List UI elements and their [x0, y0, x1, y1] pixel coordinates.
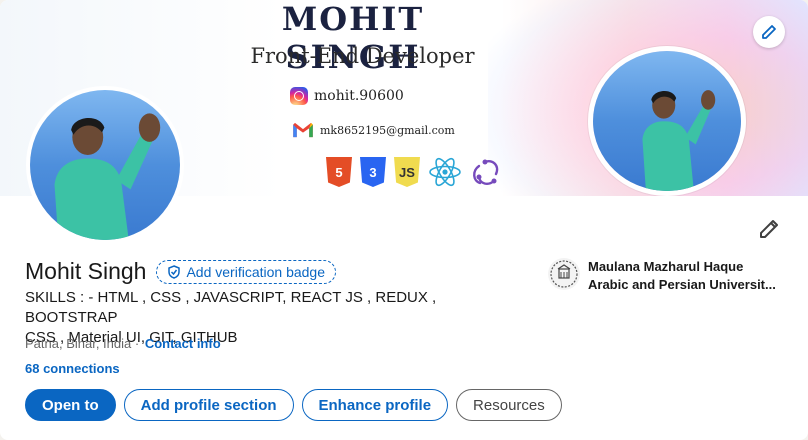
html5-icon: 5	[326, 157, 352, 187]
connections-link[interactable]: 68 connections	[25, 361, 120, 376]
gmail-icon	[293, 122, 313, 138]
location-separator: ·	[131, 336, 143, 351]
university-name-line-1: Maulana Mazharul Haque	[588, 259, 744, 274]
banner-tech-icons: 5 3 JS	[326, 157, 502, 187]
verification-badge-label: Add verification badge	[186, 263, 326, 280]
javascript-icon: JS	[394, 157, 420, 187]
profile-photo[interactable]	[26, 86, 184, 244]
pencil-icon	[760, 220, 778, 238]
profile-actions: Open to Add profile section Enhance prof…	[25, 389, 562, 421]
profile-person-image	[54, 113, 161, 240]
headline-line-1: SKILLS : - HTML , CSS , JAVASCRIPT, REAC…	[25, 289, 437, 326]
education-entry[interactable]: Maulana Mazharul Haque Arabic and Persia…	[548, 258, 784, 294]
enhance-profile-button[interactable]: Enhance profile	[301, 389, 449, 421]
add-profile-section-button[interactable]: Add profile section	[123, 389, 294, 421]
banner-role: Front-End Developer	[250, 44, 475, 68]
profile-card: MOHIT SINGH Front-End Developer mohit.90…	[0, 0, 808, 440]
add-verification-badge-button[interactable]: Add verification badge	[156, 259, 337, 284]
profile-name: Mohit Singh	[25, 258, 147, 284]
banner-instagram-handle: mohit.90600	[314, 88, 404, 104]
profile-name-row: Mohit Singh Add verification badge	[25, 258, 337, 285]
banner-email: mk8652195@gmail.com	[292, 122, 455, 138]
banner-person-image	[642, 90, 716, 191]
pencil-icon	[762, 25, 776, 39]
edit-banner-button[interactable]	[753, 16, 785, 48]
css3-icon: 3	[360, 157, 386, 187]
university-name: Maulana Mazharul Haque Arabic and Persia…	[588, 258, 784, 294]
banner-email-address: mk8652195@gmail.com	[320, 123, 455, 137]
profile-location: Patna, Bihar, India	[25, 336, 132, 351]
redux-icon	[473, 159, 499, 185]
verified-shield-icon	[168, 264, 181, 279]
instagram-icon	[290, 87, 308, 105]
banner-instagram: mohit.90600	[290, 87, 404, 105]
open-to-button[interactable]: Open to	[25, 389, 116, 421]
banner-photo	[588, 46, 746, 196]
edit-intro-button[interactable]	[754, 214, 784, 244]
university-logo-icon	[548, 258, 580, 290]
university-name-line-2: Arabic and Persian Universit...	[588, 277, 776, 292]
react-icon	[429, 157, 461, 187]
contact-info-link[interactable]: Contact info	[145, 336, 221, 351]
location-row: Patna, Bihar, India · Contact info	[25, 336, 221, 351]
resources-button[interactable]: Resources	[456, 389, 562, 421]
